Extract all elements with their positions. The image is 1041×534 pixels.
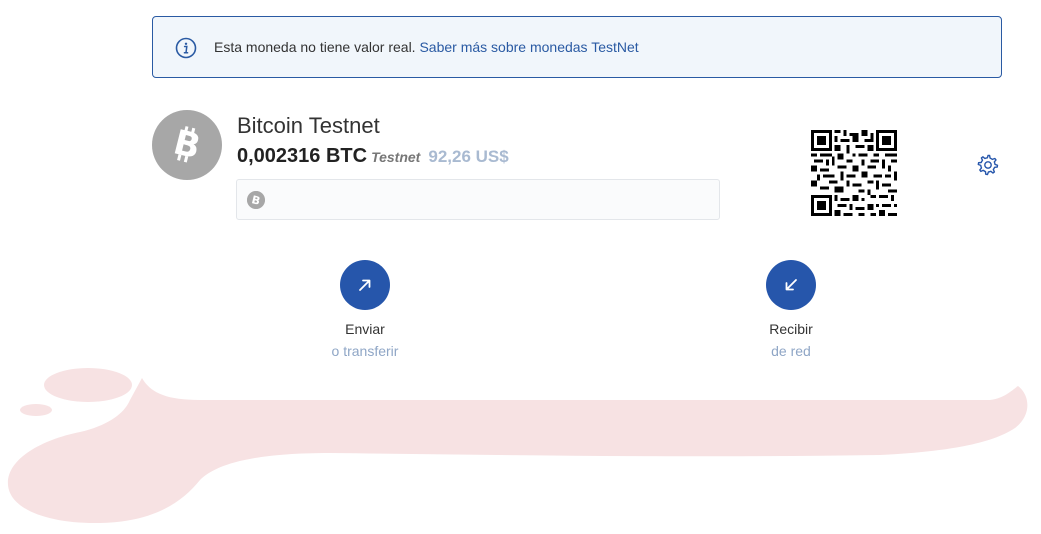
receive-action: Recibir de red xyxy=(721,260,861,359)
send-label[interactable]: Enviar xyxy=(295,321,435,337)
arrow-down-left-icon xyxy=(785,279,797,291)
balance-row: 0,002316 BTC Testnet 92,26 US$ xyxy=(237,145,509,168)
bitcoin-logo: B xyxy=(152,110,222,180)
bitcoin-small-icon: B xyxy=(247,191,265,209)
receive-label[interactable]: Recibir xyxy=(721,321,861,337)
address-field[interactable]: B xyxy=(236,179,720,220)
banner-message: Esta moneda no tiene valor real. Saber m… xyxy=(214,39,639,55)
bitcoin-icon: B xyxy=(170,125,205,165)
arrow-up-right-icon xyxy=(359,279,371,291)
fiat-balance: 92,26 US$ xyxy=(428,147,509,166)
testnet-info-banner: Esta moneda no tiene valor real. Saber m… xyxy=(152,16,1002,78)
send-sublabel: o transferir xyxy=(331,343,399,359)
receive-button[interactable] xyxy=(766,260,816,310)
qr-code-icon[interactable] xyxy=(811,130,897,216)
balance-amount: 0,002316 BTC xyxy=(237,145,368,167)
send-button[interactable] xyxy=(340,260,390,310)
info-circle-icon xyxy=(175,37,197,59)
coin-name: Bitcoin Testnet xyxy=(237,113,380,138)
network-tag: Testnet xyxy=(371,149,421,165)
background-blob xyxy=(7,368,1028,524)
gear-icon[interactable] xyxy=(976,153,1000,177)
banner-text: Esta moneda no tiene valor real. xyxy=(214,39,416,55)
testnet-learn-more-link[interactable]: Saber más sobre monedas TestNet xyxy=(419,39,638,55)
receive-sublabel: de red xyxy=(771,343,811,359)
send-action: Enviar o transferir xyxy=(295,260,435,359)
